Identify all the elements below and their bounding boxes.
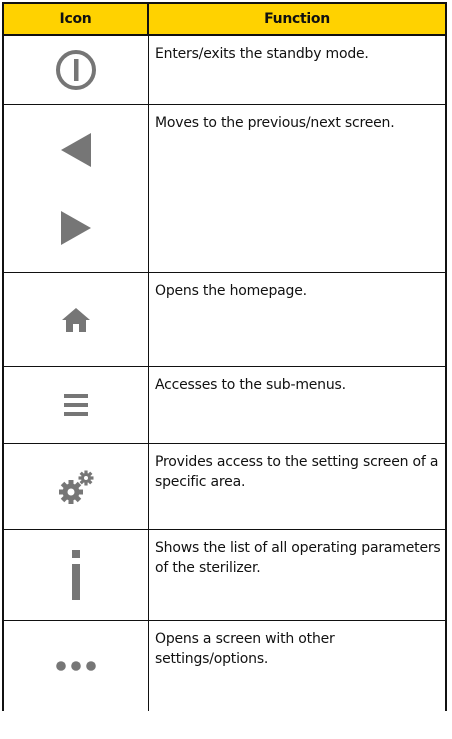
home-icon <box>62 307 90 332</box>
icon-cell <box>4 105 149 272</box>
icon-cell <box>4 621 149 711</box>
menu-icon <box>64 394 88 416</box>
function-text: Enters/exits the standby mode. <box>155 46 369 62</box>
power-icon <box>56 50 96 90</box>
function-text: Shows the list of all operating paramete… <box>155 540 441 576</box>
header-icon: Icon <box>4 4 149 34</box>
icon-function-table: Icon Function Enters/exits the standby m… <box>2 2 447 711</box>
table-row: Moves to the previous/next screen. <box>4 105 445 273</box>
icon-cell <box>4 444 149 529</box>
function-text: Opens a screen with other settings/optio… <box>155 631 335 667</box>
arrow-left-icon <box>61 133 91 167</box>
table-header: Icon Function <box>4 2 445 36</box>
table-row: Shows the list of all operating paramete… <box>4 530 445 621</box>
arrow-right-icon <box>61 211 91 245</box>
icon-cell <box>4 36 149 104</box>
table-row: Accesses to the sub-menus. <box>4 367 445 444</box>
header-function: Function <box>264 11 330 27</box>
table-row: Provides access to the setting screen of… <box>4 444 445 530</box>
table-row: Opens a screen with other settings/optio… <box>4 621 445 711</box>
icon-cell <box>4 273 149 366</box>
function-text: Accesses to the sub-menus. <box>155 377 346 393</box>
more-icon <box>56 661 96 671</box>
function-text: Moves to the previous/next screen. <box>155 115 395 131</box>
function-text: Provides access to the setting screen of… <box>155 454 439 490</box>
function-text: Opens the homepage. <box>155 283 307 299</box>
gears-icon <box>59 470 94 504</box>
table-row: Enters/exits the standby mode. <box>4 36 445 105</box>
table-row: Opens the homepage. <box>4 273 445 367</box>
icon-cell <box>4 530 149 620</box>
info-icon <box>72 550 80 600</box>
icon-cell <box>4 367 149 443</box>
